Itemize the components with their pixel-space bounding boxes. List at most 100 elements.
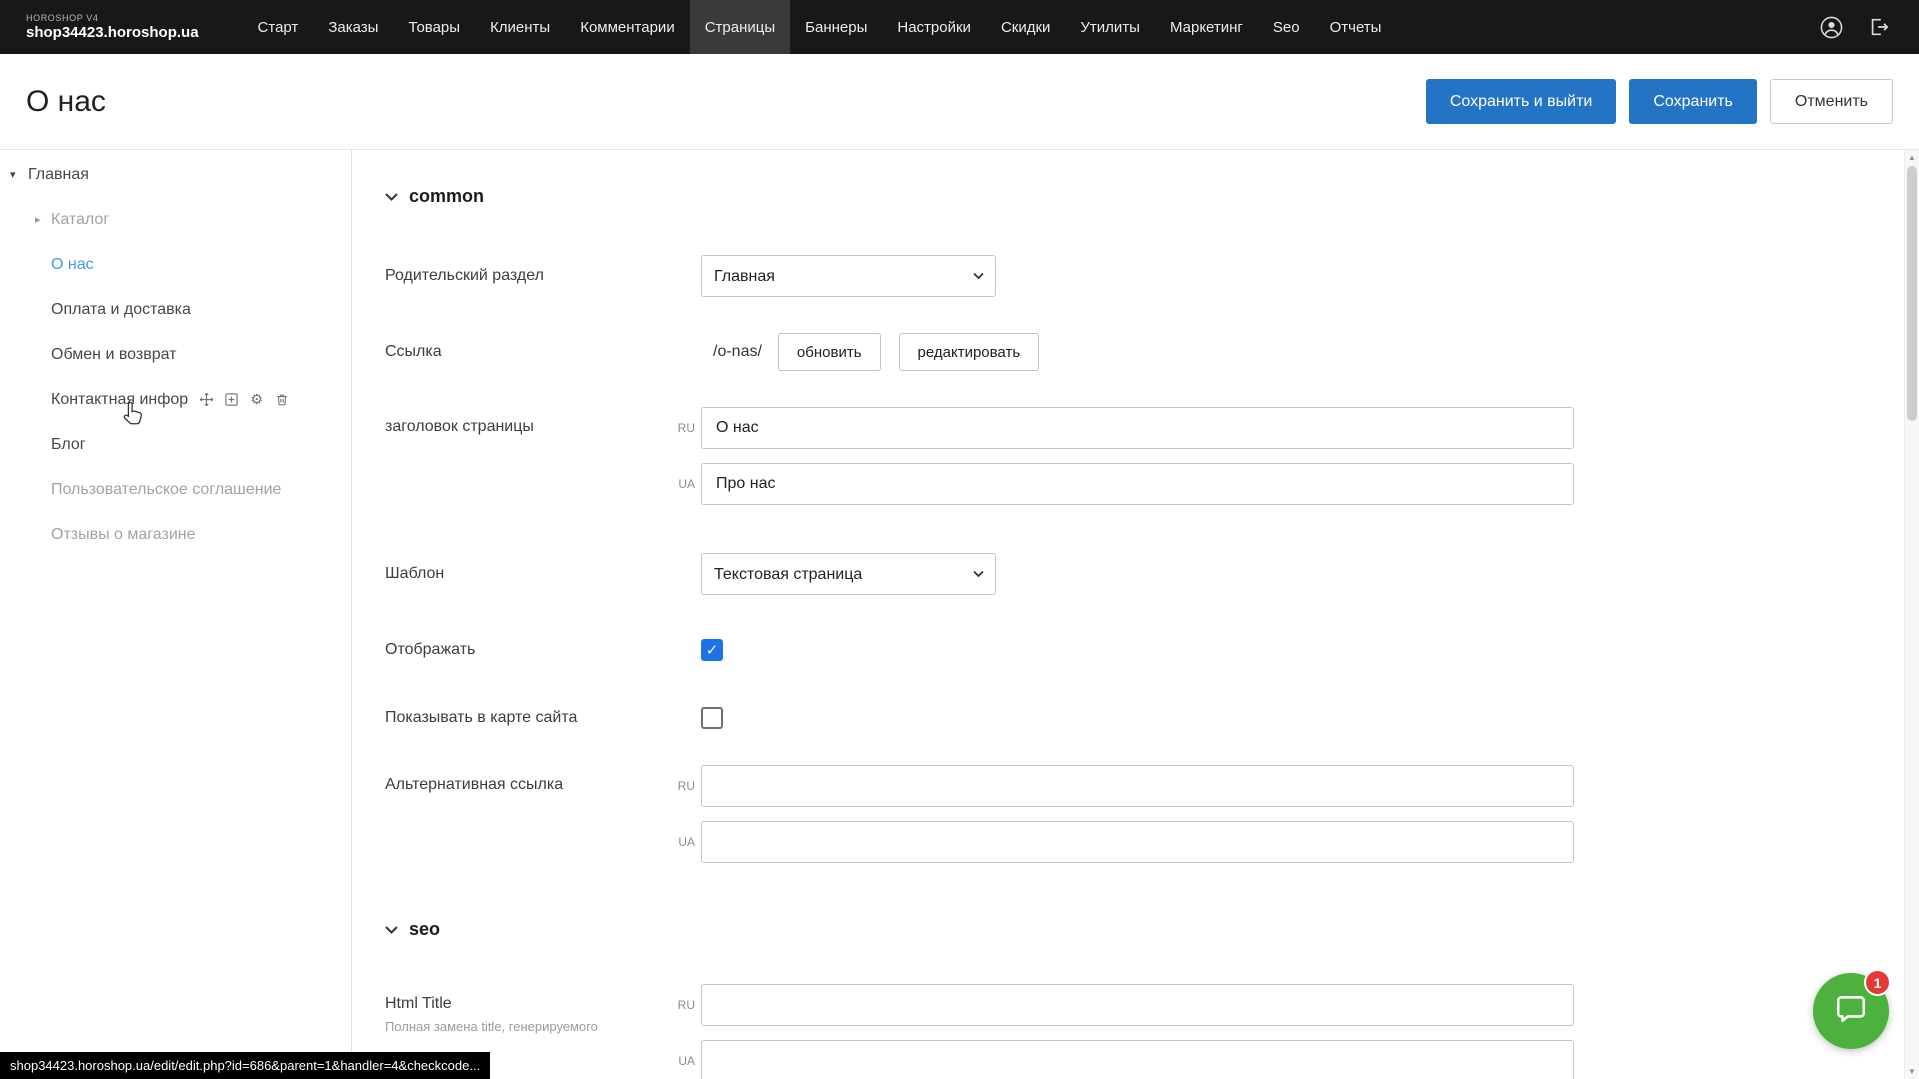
field-page-title: заголовок страницы RU UA xyxy=(385,407,1919,505)
sidebar-item-blog[interactable]: Блог xyxy=(0,422,351,467)
parent-section-select-wrap: Главная xyxy=(701,255,996,297)
section-seo-header[interactable]: seo xyxy=(385,919,1919,940)
lang-ru-badge: RU xyxy=(667,779,695,793)
sidebar-item-payment-delivery[interactable]: Оплата и доставка xyxy=(0,287,351,332)
sidebar-item-contact-info[interactable]: Контактная инфор ⚙ xyxy=(0,377,351,422)
nav-item-discounts[interactable]: Скидки xyxy=(986,0,1065,54)
html-title-label: Html Title xyxy=(385,995,667,1013)
cancel-button[interactable]: Отменить xyxy=(1770,79,1893,124)
vertical-scrollbar[interactable]: ▲ ▼ xyxy=(1904,150,1919,1079)
lang-ua-badge: UA xyxy=(667,1054,695,1068)
sidebar-item-store-reviews[interactable]: Отзывы о магазине xyxy=(0,512,351,557)
html-title-ru-input[interactable] xyxy=(701,984,1574,1026)
field-template: Шаблон Текстовая страница xyxy=(385,553,1919,595)
main-menu: Старт Заказы Товары Клиенты Комментарии … xyxy=(243,0,1397,54)
nav-item-marketing[interactable]: Маркетинг xyxy=(1155,0,1258,54)
parent-section-label: Родительский раздел xyxy=(385,267,667,285)
nav-item-clients[interactable]: Клиенты xyxy=(475,0,565,54)
trash-icon[interactable] xyxy=(273,391,290,408)
scroll-down-icon[interactable]: ▼ xyxy=(1905,1064,1919,1079)
template-select-wrap: Текстовая страница xyxy=(701,553,996,595)
sitemap-label: Показывать в карте сайта xyxy=(385,709,667,727)
page-title-inputs: RU UA xyxy=(667,407,1574,505)
sidebar-item-catalog[interactable]: ▸ Каталог xyxy=(0,197,351,242)
section-seo-title: seo xyxy=(409,919,440,940)
brand[interactable]: HOROSHOP V4 shop34423.horoshop.ua xyxy=(0,0,207,54)
field-sitemap: Показывать в карте сайта xyxy=(385,707,1919,729)
chat-bubble-icon xyxy=(1834,992,1868,1031)
alt-link-ua-line: UA xyxy=(667,821,1574,863)
chevron-down-icon xyxy=(385,188,398,206)
html-title-ru-line: RU xyxy=(667,984,1574,1026)
display-checkbox[interactable] xyxy=(701,639,723,661)
page-title-ua-input[interactable] xyxy=(701,463,1574,505)
sidebar-item-root[interactable]: ▾ Главная xyxy=(0,152,351,197)
sidebar-item-user-agreement[interactable]: Пользовательское соглашение xyxy=(0,467,351,512)
nav-item-pages[interactable]: Страницы xyxy=(690,0,790,54)
sidebar-item-label: Контактная инфор xyxy=(51,391,188,409)
chevron-right-icon[interactable]: ▸ xyxy=(35,213,51,226)
alt-link-ru-line: RU xyxy=(667,765,1574,807)
lang-ua-badge: UA xyxy=(667,835,695,849)
user-icon[interactable] xyxy=(1819,15,1843,39)
brand-domain: shop34423.horoshop.ua xyxy=(26,24,199,41)
page-title-ru-input[interactable] xyxy=(701,407,1574,449)
content-area: ▾ Главная ▸ Каталог О нас Оплата и доста… xyxy=(0,150,1919,1079)
sidebar-item-about[interactable]: О нас xyxy=(0,242,351,287)
page-title-ua-line: UA xyxy=(667,463,1574,505)
nav-item-settings[interactable]: Настройки xyxy=(882,0,986,54)
save-button[interactable]: Сохранить xyxy=(1629,79,1757,124)
header-actions: Сохранить и выйти Сохранить Отменить xyxy=(1426,79,1893,124)
topbar-right-icons xyxy=(1819,0,1919,54)
move-icon[interactable] xyxy=(198,391,215,408)
brand-version: HOROSHOP V4 xyxy=(26,13,199,23)
save-and-exit-button[interactable]: Сохранить и выйти xyxy=(1426,79,1617,124)
chevron-down-icon xyxy=(385,921,398,939)
nav-item-banners[interactable]: Баннеры xyxy=(790,0,882,54)
alt-link-inputs: RU UA xyxy=(667,765,1574,863)
alt-link-ru-input[interactable] xyxy=(701,765,1574,807)
field-html-title: Html Title Полная замена title, генериру… xyxy=(385,984,1919,1079)
page-title-ru-line: RU xyxy=(667,407,1574,449)
link-refresh-button[interactable]: обновить xyxy=(778,333,881,371)
sidebar-item-exchange-return[interactable]: Обмен и возврат xyxy=(0,332,351,377)
nav-item-reports[interactable]: Отчеты xyxy=(1315,0,1397,54)
display-label: Отображать xyxy=(385,641,667,659)
link-label: Ссылка xyxy=(385,343,667,361)
nav-item-seo[interactable]: Seo xyxy=(1258,0,1315,54)
nav-item-comments[interactable]: Комментарии xyxy=(565,0,689,54)
sitemap-checkbox[interactable] xyxy=(701,707,723,729)
alt-link-ua-input[interactable] xyxy=(701,821,1574,863)
nav-item-products[interactable]: Товары xyxy=(393,0,475,54)
nav-item-start[interactable]: Старт xyxy=(243,0,314,54)
lang-ua-badge: UA xyxy=(667,477,695,491)
tree-item-actions: ⚙ xyxy=(198,391,290,408)
html-title-ua-input[interactable] xyxy=(701,1040,1574,1079)
section-common-header[interactable]: common xyxy=(385,186,1919,207)
field-link: Ссылка /o-nas/ обновить редактировать xyxy=(385,333,1919,371)
field-display: Отображать xyxy=(385,639,1919,661)
topbar: HOROSHOP V4 shop34423.horoshop.ua Старт … xyxy=(0,0,1919,54)
chevron-down-icon[interactable]: ▾ xyxy=(10,168,28,181)
add-page-icon[interactable] xyxy=(223,391,240,408)
tree-children: ▸ Каталог О нас Оплата и доставка Обмен … xyxy=(0,197,351,557)
page-title-label: заголовок страницы xyxy=(385,407,667,436)
link-path-value: /o-nas/ xyxy=(713,343,762,361)
nav-item-utilities[interactable]: Утилиты xyxy=(1065,0,1155,54)
chat-widget-button[interactable]: 1 xyxy=(1813,973,1889,1049)
field-parent-section: Родительский раздел Главная xyxy=(385,255,1919,297)
html-title-label-block: Html Title Полная замена title, генериру… xyxy=(385,984,667,1035)
chat-unread-badge: 1 xyxy=(1864,969,1891,996)
logout-icon[interactable] xyxy=(1867,15,1891,39)
scrollbar-thumb[interactable] xyxy=(1907,166,1917,421)
link-edit-button[interactable]: редактировать xyxy=(899,333,1040,371)
sidebar-item-label: Блог xyxy=(51,436,86,454)
nav-item-orders[interactable]: Заказы xyxy=(313,0,393,54)
scroll-up-icon[interactable]: ▲ xyxy=(1905,150,1919,165)
gear-icon[interactable]: ⚙ xyxy=(248,391,265,408)
template-select[interactable]: Текстовая страница xyxy=(701,553,996,595)
sidebar-item-label: Отзывы о магазине xyxy=(51,526,196,544)
parent-section-select[interactable]: Главная xyxy=(701,255,996,297)
page-header: О нас Сохранить и выйти Сохранить Отмени… xyxy=(0,54,1919,150)
pages-tree-sidebar: ▾ Главная ▸ Каталог О нас Оплата и доста… xyxy=(0,150,352,1079)
